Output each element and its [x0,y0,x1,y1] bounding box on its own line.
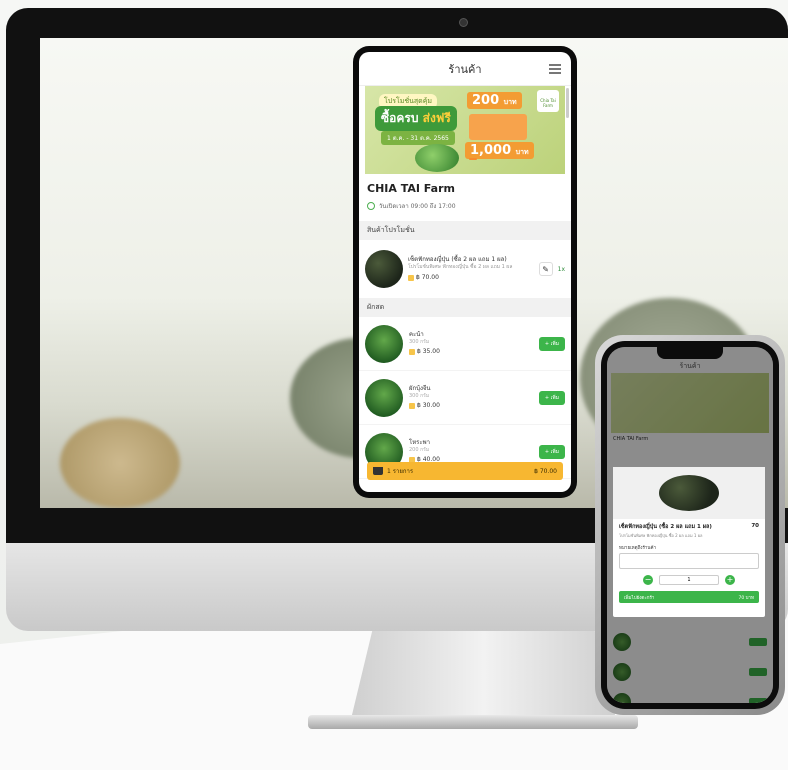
list-item[interactable]: คะน้า 300 กรัม ฿ 35.00 + เพิ่ม [359,317,571,371]
section-fresh: ผักสด [359,298,571,317]
modal-product-price: 70 [751,523,759,529]
plus-button[interactable]: + [725,575,735,585]
banner-headline: ซื้อครบ ส่งฟรี [375,106,457,131]
banner-price-1-value: 200 [472,93,500,108]
phone-device: ร้านค้า CHIA TAI Farm เซ็ตฟักทองญี่ปุ่น … [595,335,785,715]
menu-icon[interactable] [549,64,561,74]
cart-count: 1 รายการ [387,468,414,475]
clock-icon [367,202,375,210]
minus-button[interactable]: − [643,575,653,585]
product-desc: โปรโมชั่นพิเศษ ฟักทองญี่ปุ่น ซื้อ 2 ผล แ… [408,264,513,271]
imac-stand [351,631,616,719]
section-featured: สินค้าโปรโมชั่น [359,221,571,240]
item-info: โหระพา 200 กรัม ฿ 40.00 [409,439,533,465]
page-title: ร้านค้า [448,62,482,76]
featured-product[interactable]: เซ็ตฟักทองญี่ปุ่น (ซื้อ 2 ผล แถม 1 ผล) โ… [359,240,571,298]
product-modal: เซ็ตฟักทองญี่ปุ่น (ซื้อ 2 ผล แถม 1 ผล) 7… [613,467,765,617]
add-button[interactable]: + เพิ่ม [538,336,565,351]
item-weight: 300 กรัม [409,392,430,399]
tablet-device: ร้านค้า โปรโมชั่นสุดคุ้ม ซื้อครบ ส่งฟรี … [353,46,577,498]
banner-price-1: 200 บาท [467,92,522,109]
vegetable-image [365,378,403,417]
brand-logo: Chia Tai Farm [537,90,559,112]
banner-price-2-value: 1,000 [470,143,512,158]
cart-total: ฿ 70.00 [534,467,557,475]
add-to-cart-button[interactable]: เพิ่มไปยังตะกร้า 70 บาท [619,591,759,603]
add-button[interactable]: + เพิ่ม [538,444,565,459]
note-field[interactable] [619,553,759,569]
cart-quantity: 1x [557,265,565,273]
item-name: ผักบุ้งจีน [409,384,431,392]
add-to-cart-label: เพิ่มไปยังตะกร้า [624,595,655,601]
item-price: ฿ 35.00 [409,348,533,356]
price-tag-icon [409,403,415,410]
quantity-value[interactable]: 1 [659,575,719,585]
item-price: ฿ 30.00 [409,402,533,410]
opening-hours: วันเปิดเวลา 09:00 ถึง 17:00 [367,201,563,211]
banner-price-2: 1,000 บาท [465,142,534,159]
add-button[interactable]: + เพิ่ม [538,390,565,405]
banner-date: 1 ต.ค. - 31 ต.ค. 2565 [381,131,455,145]
item-name: โหระพา [409,438,430,446]
modal-title-row: เซ็ตฟักทองญี่ปุ่น (ซื้อ 2 ผล แถม 1 ผล) 7… [613,519,765,532]
opening-hours-text: วันเปิดเวลา 09:00 ถึง 17:00 [379,203,456,210]
shop-info: CHIA TAI Farm วันเปิดเวลา 09:00 ถึง 17:0… [359,174,571,215]
banner-detail-box [469,158,477,160]
modal-image [613,467,765,519]
background-vegetable [60,418,180,508]
banner-price-1-unit: บาท [503,98,517,106]
list-item[interactable]: ผักบุ้งจีน 300 กรัม ฿ 30.00 + เพิ่ม [359,371,571,425]
price-tag-icon [408,274,414,281]
scrollbar[interactable] [566,88,569,118]
product-name: เซ็ตฟักทองญี่ปุ่น (ซื้อ 2 ผล แถม 1 ผล) [408,256,507,264]
pumpkin-image [365,250,403,288]
pumpkin-image [659,475,719,511]
quantity-stepper: − 1 + [613,575,765,585]
camera-icon [459,18,468,27]
banner-headline-text: ซื้อครบ [381,111,419,125]
shop-name: CHIA TAI Farm [367,182,455,195]
edit-icon[interactable]: ✎ [538,262,553,276]
modal-product-desc: โปรโมชั่นพิเศษ ฟักทองญี่ปุ่น ซื้อ 2 ผล แ… [619,533,703,538]
product-price-value: ฿ 70.00 [416,273,439,281]
promo-banner[interactable]: โปรโมชั่นสุดคุ้ม ซื้อครบ ส่งฟรี 1 ต.ค. -… [365,86,565,174]
item-price-value: ฿ 35.00 [417,348,440,356]
phone-bezel: ร้านค้า CHIA TAI Farm เซ็ตฟักทองญี่ปุ่น … [601,341,779,709]
shop-app: ร้านค้า โปรโมชั่นสุดคุ้ม ซื้อครบ ส่งฟรี … [359,52,571,492]
banner-price-2-unit: บาท [515,148,529,156]
basket-icon [373,467,383,475]
item-weight: 300 กรัม [409,338,430,345]
phone-screen: ร้านค้า CHIA TAI Farm เซ็ตฟักทองญี่ปุ่น … [607,347,773,703]
scene: ร้านค้า โปรโมชั่นสุดคุ้ม ซื้อครบ ส่งฟรี … [0,0,788,770]
item-info: คะน้า 300 กรัม ฿ 35.00 [409,331,533,357]
cart-bar[interactable]: 1 รายการ ฿ 70.00 [367,462,563,480]
item-weight: 200 กรัม [409,446,430,453]
banner-detail-box [469,114,527,140]
modal-product-name: เซ็ตฟักทองญี่ปุ่น (ซื้อ 2 ผล แถม 1 ผล) [619,524,712,530]
vegetable-image [415,144,459,172]
item-info: ผักบุ้งจีน 300 กรัม ฿ 30.00 [409,385,533,411]
note-label: หมายเหตุถึงร้านค้า [619,546,657,551]
vegetable-image [365,324,403,363]
phone-notch [657,347,723,359]
price-tag-icon [409,349,415,356]
cart-summary: 1 รายการ [373,466,413,476]
app-header: ร้านค้า [359,52,571,86]
imac-stand-base [308,715,638,729]
featured-info: เซ็ตฟักทองญี่ปุ่น (ซื้อ 2 ผล แถม 1 ผล) โ… [408,256,534,282]
add-to-cart-total: 70 บาท [738,595,754,601]
banner-headline-accent: ส่งฟรี [422,111,451,125]
item-price-value: ฿ 30.00 [417,402,440,410]
item-name: คะน้า [409,330,424,338]
product-price: ฿ 70.00 [408,274,534,282]
